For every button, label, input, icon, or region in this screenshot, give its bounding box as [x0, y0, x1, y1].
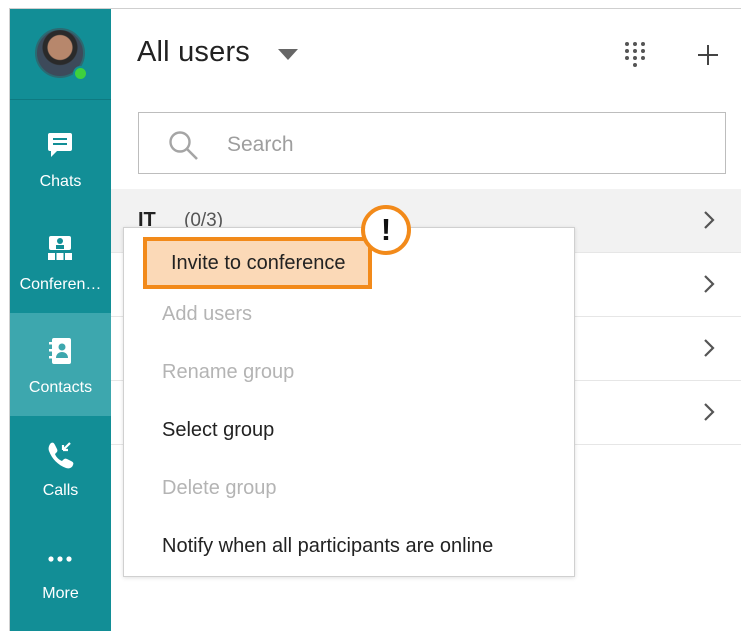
- sidebar-item-chats[interactable]: Chats: [10, 107, 111, 210]
- chevron-down-icon[interactable]: [278, 49, 298, 60]
- conference-icon: [48, 236, 72, 260]
- plus-icon[interactable]: [696, 43, 720, 67]
- chevron-right-icon[interactable]: [701, 401, 717, 423]
- chat-bubble-icon: [48, 133, 72, 157]
- sidebar-item-label: More: [42, 585, 79, 602]
- sidebar-item-contacts[interactable]: Contacts: [10, 313, 111, 416]
- menu-item-add-users: Add users: [162, 303, 253, 325]
- chevron-right-icon[interactable]: [701, 337, 717, 359]
- sidebar: Chats Conferen… Contacts Calls More: [10, 9, 111, 631]
- menu-item-invite-to-conference[interactable]: Invite to conference: [143, 237, 372, 289]
- page-title[interactable]: All users: [137, 36, 250, 69]
- sidebar-item-conferences[interactable]: Conferen…: [10, 210, 111, 313]
- menu-item-rename-group: Rename group: [162, 361, 295, 383]
- phone-call-icon: [48, 442, 74, 469]
- more-dots-icon: [48, 556, 72, 562]
- menu-item-delete-group: Delete group: [162, 477, 277, 499]
- search-box[interactable]: Search: [138, 112, 726, 174]
- sidebar-item-calls[interactable]: Calls: [10, 416, 111, 519]
- menu-item-label: Invite to conference: [171, 252, 346, 274]
- menu-item-notify-when-online[interactable]: Notify when all participants are online: [162, 535, 493, 558]
- exclamation-badge-icon: !: [361, 205, 411, 255]
- profile-area[interactable]: [10, 9, 111, 100]
- presence-online-indicator: [73, 66, 88, 81]
- sidebar-item-label: Calls: [42, 482, 79, 499]
- chevron-right-icon[interactable]: [701, 209, 717, 231]
- contacts-book-icon: [49, 338, 71, 364]
- sidebar-item-label: Chats: [39, 173, 82, 190]
- sidebar-item-label: Contacts: [28, 379, 93, 396]
- search-input[interactable]: Search: [227, 133, 294, 157]
- chevron-right-icon[interactable]: [701, 273, 717, 295]
- sidebar-item-label: Conferen…: [19, 276, 102, 293]
- search-icon: [169, 131, 198, 160]
- dialpad-icon[interactable]: [624, 41, 646, 73]
- menu-item-select-group[interactable]: Select group: [162, 419, 274, 442]
- sidebar-item-more[interactable]: More: [10, 519, 111, 622]
